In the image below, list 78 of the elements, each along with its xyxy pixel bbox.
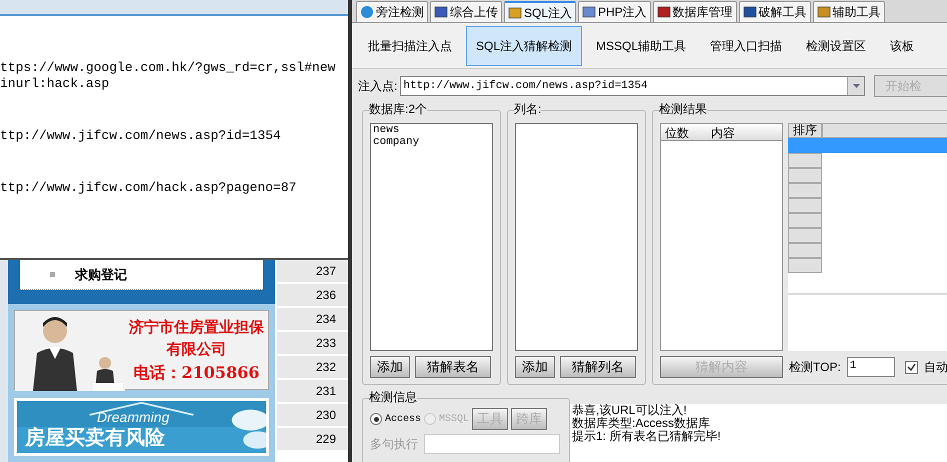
ad-text: 电话：2105866 [134,362,260,384]
list-box[interactable]: news company [370,123,493,351]
action-button[interactable]: 添加 [515,356,555,378]
group-title: 列名: [514,102,542,116]
subtab[interactable]: 检测设置区 [796,26,876,66]
row-header[interactable] [788,258,822,273]
number-cell: 234 [277,308,348,332]
column-header[interactable]: 排序 [788,123,822,138]
tab-icon [508,6,522,20]
tab[interactable]: 破解工具 [738,1,811,22]
number-cell: 230 [277,404,348,428]
ad-caption: Dreamming [97,408,170,427]
row-header[interactable] [788,168,822,183]
number-cell: 229 [277,428,348,452]
row-header[interactable] [788,243,822,258]
ad-text: 济宁市住房置业担保 [129,316,264,338]
text-line: ttp://www.jifcw.com/hack.asp?pageno=87 [0,180,298,196]
list-item[interactable]: company [373,136,492,148]
ad-text: 有限公司 [166,339,226,360]
list-box[interactable] [515,123,638,351]
tab-icon [582,5,596,19]
row-header[interactable] [788,183,822,198]
tab-icon [742,5,757,19]
subtab[interactable]: 批量扫描注入点 [358,26,462,66]
menu-item[interactable]: 求购登记 [75,264,127,284]
number-cell: 232 [277,356,348,380]
tab[interactable]: SQL注入 [504,1,576,22]
tab-icon [656,5,671,19]
text-line: inurl:hack.asp [0,76,110,92]
action-button[interactable]: 猜解列名 [560,356,636,378]
statement-field[interactable] [424,434,560,454]
url-combobox[interactable]: http://www.jifcw.com/news.asp?id=1354 [400,76,866,96]
row-header[interactable] [788,213,822,228]
tab[interactable]: PHP注入 [578,1,651,22]
number-cell: 231 [277,380,348,404]
text-line: ttps://www.google.com.hk/?gws_rd=cr,ssl#new [0,60,336,76]
field-label: 检测TOP: [789,359,841,376]
checkbox[interactable] [904,360,918,374]
subtab[interactable]: SQL注入猜解检测 [466,26,582,66]
group-title: 数据库:2个 [369,102,428,116]
tab-icon [816,5,831,19]
top-field[interactable]: 1 [846,357,895,377]
checkbox-label: 自动 [924,359,947,376]
field-label: 多句执行 [370,436,418,453]
column-header[interactable]: 位数 [661,124,707,140]
list-item[interactable]: news [373,124,492,136]
tab[interactable]: 辅助工具 [812,1,885,22]
log-line: 提示1: 所有表名已猜解完毕! [572,430,722,443]
text-line: ttp://www.jifcw.com/news.asp?id=1354 [0,128,282,144]
subtab[interactable]: 管理入口扫描 [700,26,792,66]
bullet-icon [50,272,55,277]
row-header[interactable] [788,228,822,243]
tab[interactable]: 旁注检测 [356,1,428,22]
radio-label: Access [385,412,422,426]
column-header[interactable] [822,123,947,138]
column-header[interactable]: 内容 [707,124,782,140]
tab-icon [360,5,374,19]
tab[interactable]: 综合上传 [430,1,502,22]
subtab[interactable]: MSSQL辅助工具 [586,26,696,66]
tab[interactable]: 数据库管理 [652,1,737,22]
action-button[interactable]: 添加 [370,356,410,378]
radio-button[interactable] [370,413,382,425]
subtab[interactable]: 该板 [880,26,924,66]
tab-icon [434,5,448,19]
field-label: 注入点: [358,78,398,95]
log-line: 数据库类型:Access数据库 [572,417,712,430]
group-title: 检测结果 [659,102,707,116]
log-line: 恭喜,该URL可以注入! [572,404,688,417]
ad-headline: 房屋买卖有风险 [25,427,165,449]
selected-row[interactable] [788,138,947,153]
action-button[interactable]: 猜解表名 [415,356,491,378]
row-header[interactable] [788,198,822,213]
radio-label: MSSQL [439,412,470,426]
row-header[interactable] [788,153,822,168]
number-cell: 237 [277,260,348,284]
group-title: 检测信息 [369,390,417,404]
number-cell: 233 [277,332,348,356]
number-cell: 236 [277,284,348,308]
